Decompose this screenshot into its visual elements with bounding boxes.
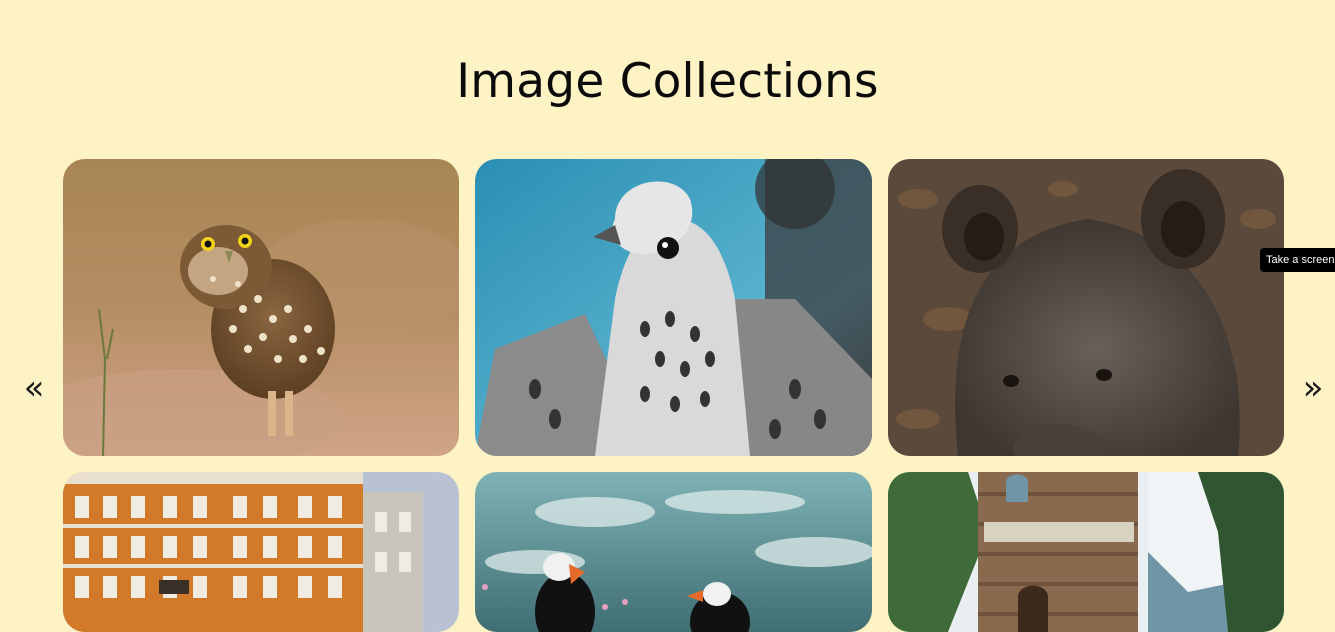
falcon-image	[475, 159, 872, 456]
image-card-castle[interactable]	[888, 472, 1284, 632]
bear-image	[888, 159, 1284, 456]
image-card-owl[interactable]	[63, 159, 459, 456]
next-arrow-icon[interactable]: »	[1300, 368, 1326, 408]
image-card-falcon[interactable]	[475, 159, 872, 456]
page-title: Image Collections	[456, 54, 879, 109]
image-card-puffins[interactable]	[475, 472, 872, 632]
image-card-building[interactable]	[63, 472, 459, 632]
owl-image	[63, 159, 459, 456]
castle-image	[888, 472, 1284, 632]
screenshot-tooltip: Take a screen	[1260, 248, 1335, 272]
prev-arrow-icon[interactable]: «	[21, 368, 47, 408]
building-image	[63, 472, 459, 632]
puffins-image	[475, 472, 872, 632]
image-card-bear[interactable]	[888, 159, 1284, 456]
